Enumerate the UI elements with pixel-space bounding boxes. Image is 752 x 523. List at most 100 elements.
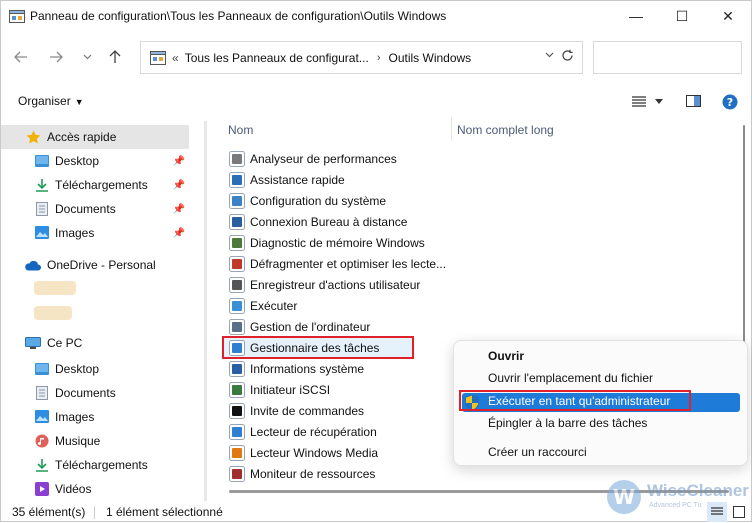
tool-shortcut-icon <box>229 234 245 251</box>
sidebar-item-this-pc[interactable]: Ce PC <box>1 331 189 355</box>
file-row[interactable]: Défragmenter et optimiser les lecte... <box>223 253 463 274</box>
file-row[interactable]: Analyseur de performances <box>223 148 463 169</box>
file-row[interactable]: Enregistreur d'actions utilisateur <box>223 274 463 295</box>
desktop-icon <box>35 363 49 376</box>
tool-shortcut-icon <box>229 465 245 482</box>
arrow-left-icon <box>14 51 27 63</box>
sidebar-item-images[interactable]: Images 📌 <box>1 221 189 245</box>
file-row[interactable]: Configuration du système <box>223 190 463 211</box>
tool-shortcut-icon <box>229 318 245 335</box>
highlight-box <box>459 390 691 411</box>
file-row[interactable]: Lecteur Windows Media <box>223 442 463 463</box>
column-header-full-name[interactable]: Nom complet long <box>457 123 554 137</box>
document-icon <box>36 386 50 400</box>
watermark: W WiseCleaner Advanced PC Tu <box>607 478 749 518</box>
recent-locations-button[interactable] <box>77 47 97 67</box>
file-row[interactable]: Lecteur de récupération <box>223 421 463 442</box>
up-button[interactable] <box>105 47 125 67</box>
sidebar-item-music[interactable]: Musique <box>1 429 189 453</box>
file-row[interactable]: Diagnostic de mémoire Windows <box>223 232 463 253</box>
star-icon <box>26 130 41 144</box>
file-name: Lecteur de récupération <box>250 424 377 439</box>
file-name: Configuration du système <box>250 193 387 208</box>
sidebar-item-desktop[interactable]: Desktop 📌 <box>1 149 189 173</box>
tool-shortcut-icon <box>229 276 245 293</box>
close-button[interactable]: ✕ <box>705 1 751 31</box>
file-name: Informations système <box>250 361 365 376</box>
pin-icon: 📌 <box>172 203 185 215</box>
sidebar-item-label: Documents <box>55 202 116 216</box>
menu-item-open[interactable]: Ouvrir <box>488 349 524 363</box>
tool-shortcut-icon <box>229 192 245 209</box>
back-button[interactable] <box>11 47 31 67</box>
arrow-right-icon <box>50 51 63 63</box>
address-bar[interactable]: « Tous les Panneaux de configurat... › O… <box>140 41 583 74</box>
breadcrumb-all-panels[interactable]: Tous les Panneaux de configurat... <box>185 51 369 65</box>
sidebar-item-downloads[interactable]: Téléchargements 📌 <box>1 173 189 197</box>
refresh-icon <box>562 49 573 61</box>
tool-shortcut-icon <box>229 171 245 188</box>
breadcrumb-chevron[interactable]: › <box>377 52 381 64</box>
view-dropdown-button[interactable] <box>652 93 666 109</box>
column-header-name[interactable]: Nom <box>228 123 253 137</box>
tool-shortcut-icon <box>229 213 245 230</box>
file-name: Diagnostic de mémoire Windows <box>250 235 425 250</box>
sidebar-item-pc-downloads[interactable]: Téléchargements <box>1 453 189 477</box>
file-name: Connexion Bureau à distance <box>250 214 408 229</box>
sidebar-scrollbar[interactable] <box>204 121 207 501</box>
breadcrumb-overflow[interactable]: « <box>172 51 179 65</box>
forward-button[interactable] <box>46 47 66 67</box>
preview-pane-icon <box>685 95 701 107</box>
menu-item-pin-taskbar[interactable]: Épingler à la barre des tâches <box>488 416 647 430</box>
view-options-button[interactable] <box>629 93 649 109</box>
tool-shortcut-icon <box>229 423 245 440</box>
window-title: Panneau de configuration\Tous les Pannea… <box>30 9 447 23</box>
tool-shortcut-icon <box>229 255 245 272</box>
refresh-button[interactable] <box>561 49 574 65</box>
file-name: Assistance rapide <box>250 172 345 187</box>
organiser-button[interactable]: Organiser ▼ <box>18 94 84 108</box>
menu-item-create-shortcut[interactable]: Créer un raccourci <box>488 445 587 459</box>
sidebar-item-label: Accès rapide <box>47 130 117 144</box>
selection-count: 1 élément sélectionné <box>106 505 223 519</box>
file-row[interactable]: Gestion de l'ordinateur <box>223 316 463 337</box>
music-icon <box>35 434 49 448</box>
sidebar-item-documents[interactable]: Documents 📌 <box>1 197 189 221</box>
list-view-icon <box>632 95 646 107</box>
help-button[interactable]: ? <box>720 93 740 111</box>
file-row[interactable]: Initiateur iSCSI <box>223 379 463 400</box>
file-row[interactable]: Connexion Bureau à distance <box>223 211 463 232</box>
file-row[interactable]: Moniteur de ressources <box>223 463 463 484</box>
caret-down-icon <box>655 98 663 104</box>
preview-pane-button[interactable] <box>683 93 703 109</box>
file-name: Exécuter <box>250 298 298 313</box>
file-name: Analyseur de performances <box>250 151 397 166</box>
sidebar-item-pc-documents[interactable]: Documents <box>1 381 189 405</box>
sidebar-item-label: Documents <box>55 386 116 400</box>
minimize-button[interactable]: — <box>613 1 659 31</box>
file-row[interactable]: Informations système <box>223 358 463 379</box>
sidebar-item-pc-images[interactable]: Images <box>1 405 189 429</box>
highlight-box <box>222 336 414 359</box>
search-input[interactable] <box>593 41 742 74</box>
file-row[interactable]: Assistance rapide <box>223 169 463 190</box>
sidebar-item-quick-access[interactable]: Accès rapide <box>1 125 189 149</box>
file-row[interactable]: Invite de commandes <box>223 400 463 421</box>
document-icon <box>36 202 50 216</box>
sidebar-item-pc-desktop[interactable]: Desktop <box>1 357 189 381</box>
title-bar: Panneau de configuration\Tous les Pannea… <box>1 1 751 31</box>
sidebar-item-onedrive[interactable]: OneDrive - Personal <box>1 253 189 277</box>
pin-icon: 📌 <box>172 155 185 167</box>
maximize-button[interactable]: ☐ <box>659 1 705 31</box>
column-divider[interactable] <box>451 117 452 141</box>
menu-item-open-location[interactable]: Ouvrir l'emplacement du fichier <box>488 371 653 385</box>
file-name: Moniteur de ressources <box>250 466 376 481</box>
sidebar-item-label: Musique <box>55 434 101 448</box>
file-row[interactable]: Exécuter <box>223 295 463 316</box>
file-name: Enregistreur d'actions utilisateur <box>250 277 421 292</box>
download-icon <box>35 458 49 472</box>
video-icon <box>35 482 49 496</box>
breadcrumb-windows-tools[interactable]: Outils Windows <box>388 51 471 65</box>
address-dropdown-button[interactable] <box>545 50 554 61</box>
sidebar-item-videos[interactable]: Vidéos <box>1 477 189 501</box>
